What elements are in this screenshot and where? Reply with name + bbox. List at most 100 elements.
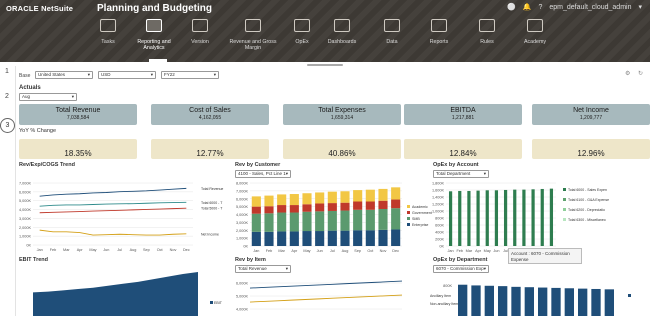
x-tick-label: Jul	[330, 249, 335, 253]
year-select[interactable]: FY22 ▾	[161, 71, 219, 79]
yoy-card: 12.96%	[532, 139, 650, 159]
kpi-title: Net Income	[573, 107, 609, 114]
chevron-down-icon: ▾	[285, 266, 288, 271]
kpi-value: 1,217,881	[451, 115, 475, 121]
account-filter[interactable]: Total Department ▾	[433, 170, 489, 178]
y-tick-label: 1,800K	[432, 182, 445, 186]
tooltip-line-1: Account : 6070 - Commission	[511, 251, 570, 256]
app-title: Planning and Budgeting	[97, 3, 212, 14]
area-fill	[33, 271, 198, 316]
kpi-card[interactable]: Total Revenue 7,038,584	[19, 104, 137, 125]
nav-tab-dashboards[interactable]: Dashboards	[316, 16, 368, 45]
bar-segment	[251, 231, 261, 246]
chevron-down-icon: ▾	[150, 72, 153, 77]
x-tick-label: Dec	[392, 249, 399, 253]
dashboards-icon	[334, 19, 350, 32]
y-tick-label: 1,000K	[19, 235, 32, 239]
legend-label: Total 6100 - G&A Expense	[568, 198, 609, 202]
y-tick-label: 4,000K	[236, 308, 249, 312]
notification-icon[interactable]: 🔔	[523, 3, 532, 11]
bar	[485, 190, 489, 246]
bar-segment	[251, 196, 261, 207]
period-select[interactable]: Aug ▾	[19, 93, 77, 101]
kpi-value: 7,038,584	[66, 115, 90, 121]
chevron-down-icon: ▾	[483, 266, 486, 271]
bar	[604, 289, 614, 316]
nav-tab-academy[interactable]: Academy	[509, 16, 561, 45]
tooltip-line-2: Expense	[511, 256, 529, 262]
y-tick-label: 1,600K	[432, 189, 445, 193]
entity-select[interactable]: United States ▾	[35, 71, 93, 79]
x-tick-label: Mar	[466, 249, 473, 253]
help-icon[interactable]: ?	[538, 4, 542, 11]
chevron-down-icon: ▾	[483, 171, 486, 176]
nav-tab-label: Reports	[429, 39, 449, 45]
item-filter[interactable]: Total Revenue ▾	[235, 265, 291, 273]
kpi-title: EBITDA	[450, 107, 476, 114]
nav-tab-data[interactable]: Data	[366, 16, 418, 45]
y-tick-label: 5,000K	[19, 199, 32, 203]
user-menu[interactable]: epm_default_cloud_admin	[549, 4, 631, 11]
legend-label: Government	[412, 211, 432, 215]
nav-tab-reports[interactable]: Reports	[413, 16, 465, 45]
y-tick-label: 400K	[435, 231, 444, 235]
chevron-down-icon: ▾	[285, 171, 288, 176]
x-tick-label: May	[484, 249, 491, 253]
kpi-card[interactable]: Total Expenses 1,659,314	[283, 104, 401, 125]
y-tick-label: 6,000K	[236, 282, 249, 286]
bar-segment	[302, 193, 312, 205]
nav-tab-rules[interactable]: Rules	[461, 16, 513, 45]
kpi-value: 1,659,314	[330, 115, 354, 121]
kpi-card[interactable]: Net Income 1,209,777	[532, 104, 650, 125]
bar-segment	[264, 213, 274, 232]
chevron-down-icon[interactable]: ▾	[638, 3, 642, 11]
kpi-card[interactable]: Cost of Sales 4,162,055	[151, 104, 269, 125]
bar-segment	[378, 208, 388, 230]
x-tick-label: Feb	[456, 249, 463, 253]
nav-tab-version[interactable]: Version	[174, 16, 226, 45]
resize-handle[interactable]	[307, 64, 343, 66]
yoy-label: YoY % Change	[19, 128, 57, 134]
settings-icon[interactable]: ⚙	[625, 70, 630, 77]
x-tick-label: Apr	[291, 249, 298, 253]
refresh-icon[interactable]: ↻	[638, 70, 643, 77]
side-number-3[interactable]: 3	[0, 118, 15, 133]
bar-segment	[327, 191, 337, 204]
y-tick-label: 1,000K	[236, 237, 249, 241]
nav-tab-label: Academy	[523, 39, 547, 45]
yoy-card: 40.86%	[283, 139, 401, 159]
kpi-title: Total Expenses	[318, 107, 366, 114]
nav-tab-tasks[interactable]: Tasks	[82, 16, 134, 45]
x-tick-label: Jan	[37, 248, 43, 252]
y-tick-label: 800K	[435, 217, 444, 221]
legend-label: EBIT	[214, 301, 223, 305]
y-tick-label: 0K	[439, 245, 444, 249]
side-number-2[interactable]: 2	[5, 93, 9, 100]
series-line	[39, 201, 187, 207]
x-tick-label: Apr	[77, 248, 84, 252]
bar	[522, 189, 526, 246]
bar	[564, 288, 574, 316]
legend-swatch	[407, 205, 410, 208]
customer-filter[interactable]: 4100 - Sales, Pct Line 1 ▾	[235, 170, 291, 178]
currency-select[interactable]: USD ▾	[98, 71, 156, 79]
y-tick-label: 0K	[26, 244, 31, 248]
nav-tab-reporting-and-analytics[interactable]: Reporting and Analytics	[128, 16, 180, 51]
nav-tab-revenue-and-gross-margin[interactable]: Revenue and Gross Margin	[227, 16, 279, 51]
legend-label: Total 6000 - T	[201, 201, 223, 205]
dept-filter[interactable]: 6070 - Commission Exp ▾	[433, 265, 489, 273]
legend-swatch	[210, 301, 213, 304]
y-tick-label: 2,000K	[19, 226, 32, 230]
accessibility-icon[interactable]: ⚪	[507, 3, 516, 11]
x-tick-label: Jun	[103, 248, 109, 252]
bar-segment	[277, 194, 287, 206]
kpi-value: 1,209,777	[579, 115, 603, 121]
nav-tab-label: Version	[191, 39, 209, 45]
bar	[503, 189, 508, 246]
x-tick-label: Jan	[253, 249, 259, 253]
y-tick-label: 200K	[435, 238, 444, 242]
entity-value: United States	[38, 72, 66, 77]
chevron-down-icon: ▾	[213, 72, 216, 77]
kpi-card[interactable]: EBITDA 1,217,881	[404, 104, 522, 125]
side-number-1[interactable]: 1	[5, 68, 9, 75]
